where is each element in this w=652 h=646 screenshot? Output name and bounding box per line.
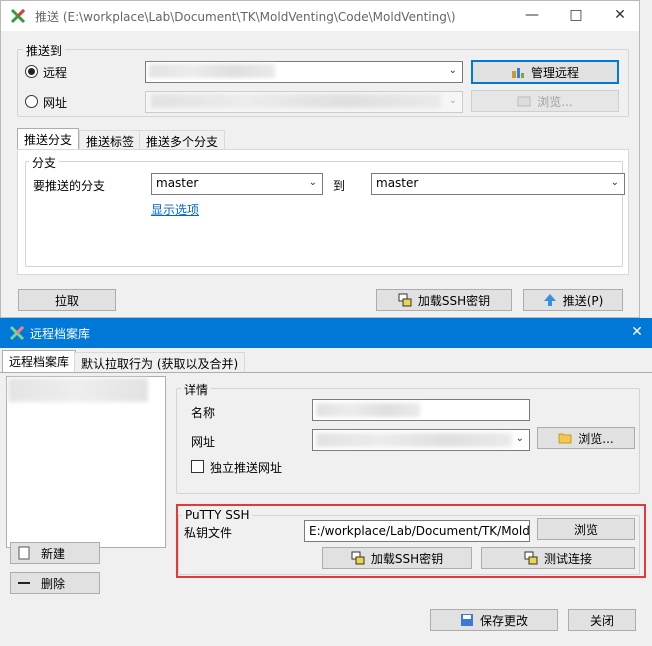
tab-remotes[interactable]: 远程档案库 bbox=[2, 350, 77, 372]
load-ssh-key-button[interactable]: 加载SSH密钥 bbox=[376, 289, 512, 311]
push-titlebar: 推送 (E:\workplace\Lab\Document\TK\MoldVen… bbox=[1, 1, 639, 31]
local-branch-select[interactable]: master ⌄ bbox=[151, 173, 323, 195]
redacted-remote-url bbox=[316, 433, 512, 447]
chevron-down-icon: ⌄ bbox=[515, 433, 524, 444]
minimize-icon[interactable]: — bbox=[521, 5, 543, 25]
tab-push-tags[interactable]: 推送标签 bbox=[79, 130, 142, 150]
tortoisegit-logo-icon bbox=[10, 8, 26, 24]
new-remote-button[interactable]: 新建 bbox=[10, 542, 100, 564]
url-radio[interactable] bbox=[25, 95, 38, 108]
save-disk-icon bbox=[460, 614, 473, 626]
chevron-down-icon: ⌄ bbox=[448, 65, 457, 76]
url-label: 网址 bbox=[43, 96, 68, 110]
private-key-input[interactable]: E:/workplace/Lab/Document/TK/Mold bbox=[304, 520, 530, 542]
redacted-name bbox=[316, 403, 420, 417]
redacted-remote-entry bbox=[8, 378, 148, 402]
folder-icon bbox=[517, 96, 531, 107]
folder-icon bbox=[558, 433, 572, 444]
tab-push-branch[interactable]: 推送分支 bbox=[17, 128, 80, 150]
close-icon[interactable]: ✕ bbox=[626, 322, 648, 342]
name-label: 名称 bbox=[191, 406, 216, 420]
remotes-window: 远程档案库 ✕ 远程档案库 默认拉取行为 (获取以及合并) 新建 删除 详情 名… bbox=[0, 318, 652, 646]
independent-push-url-checkbox[interactable] bbox=[191, 460, 204, 473]
minus-icon bbox=[18, 582, 30, 584]
branch-group-label: 分支 bbox=[29, 154, 60, 171]
private-key-label: 私钥文件 bbox=[184, 526, 233, 540]
redacted-url bbox=[151, 94, 441, 108]
remotes-window-title: 远程档案库 bbox=[30, 327, 91, 341]
independent-push-url-label: 独立推送网址 bbox=[210, 461, 283, 475]
chevron-down-icon: ⌄ bbox=[448, 95, 457, 106]
remote-branch-select[interactable]: master ⌄ bbox=[371, 173, 625, 195]
redacted-remote bbox=[149, 64, 275, 78]
close-button[interactable]: 关闭 bbox=[568, 609, 636, 631]
push-button[interactable]: 推送(P) bbox=[523, 289, 623, 311]
chevron-down-icon: ⌄ bbox=[610, 177, 619, 188]
maximize-icon[interactable]: □ bbox=[565, 5, 587, 25]
remote-url-label: 网址 bbox=[191, 435, 216, 449]
push-arrow-icon bbox=[543, 294, 556, 306]
putty-key-icon bbox=[351, 551, 365, 565]
putty-key-icon bbox=[524, 551, 538, 565]
push-to-label: 推送到 bbox=[23, 42, 66, 59]
manage-remotes-icon bbox=[511, 68, 524, 78]
putty-key-icon bbox=[398, 293, 412, 307]
delete-remote-button[interactable]: 删除 bbox=[10, 572, 100, 594]
show-options-link[interactable]: 显示选项 bbox=[151, 201, 199, 218]
test-connection-button[interactable]: 测试连接 bbox=[481, 547, 635, 569]
load-ssh-key-button-2[interactable]: 加载SSH密钥 bbox=[322, 547, 472, 569]
details-label: 详情 bbox=[181, 381, 212, 398]
remote-label: 远程 bbox=[43, 66, 68, 80]
manage-remotes-button[interactable]: 管理远程 bbox=[471, 60, 619, 84]
tab-default-pull-behavior[interactable]: 默认拉取行为 (获取以及合并) bbox=[74, 352, 246, 372]
push-window: 推送 (E:\workplace\Lab\Document\TK\MoldVen… bbox=[0, 0, 640, 318]
browse-url-button[interactable]: 浏览... bbox=[537, 427, 635, 449]
remotes-titlebar: 远程档案库 ✕ bbox=[0, 318, 652, 348]
close-icon[interactable]: ✕ bbox=[609, 5, 631, 25]
browse-key-button[interactable]: 浏览 bbox=[537, 518, 635, 540]
chevron-down-icon: ⌄ bbox=[308, 177, 317, 188]
tab-push-multiple-branches[interactable]: 推送多个分支 bbox=[139, 130, 226, 150]
pull-button[interactable]: 拉取 bbox=[18, 289, 116, 311]
browse-button[interactable]: 浏览... bbox=[471, 90, 619, 112]
push-window-title: 推送 (E:\workplace\Lab\Document\TK\MoldVen… bbox=[35, 10, 456, 24]
save-changes-button[interactable]: 保存更改 bbox=[430, 609, 558, 631]
new-document-icon bbox=[18, 546, 30, 560]
remote-radio[interactable] bbox=[25, 65, 38, 78]
tortoisegit-logo-icon bbox=[9, 325, 25, 341]
branch-to-push-label: 要推送的分支 bbox=[33, 179, 106, 193]
to-label: 到 bbox=[333, 179, 346, 193]
